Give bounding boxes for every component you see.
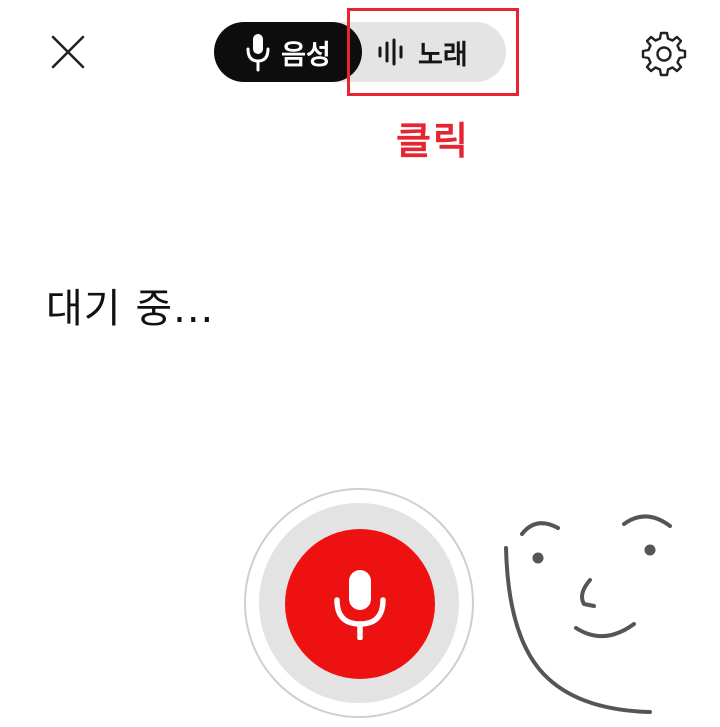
annotation-highlight-box <box>347 8 519 96</box>
mic-button[interactable] <box>285 529 435 679</box>
voice-mode-button[interactable]: 음성 <box>214 22 362 82</box>
listening-status: 대기 중... <box>46 286 215 332</box>
settings-button[interactable] <box>640 30 688 78</box>
annotation-click-label: 클릭 <box>396 119 470 163</box>
face-doodle-icon <box>504 514 672 714</box>
microphone-icon <box>246 34 270 72</box>
mic-button-container <box>244 488 474 718</box>
close-button[interactable] <box>44 28 92 76</box>
microphone-icon <box>334 570 386 640</box>
voice-mode-label: 음성 <box>281 39 331 71</box>
gear-icon <box>641 31 687 77</box>
close-icon <box>51 35 85 69</box>
